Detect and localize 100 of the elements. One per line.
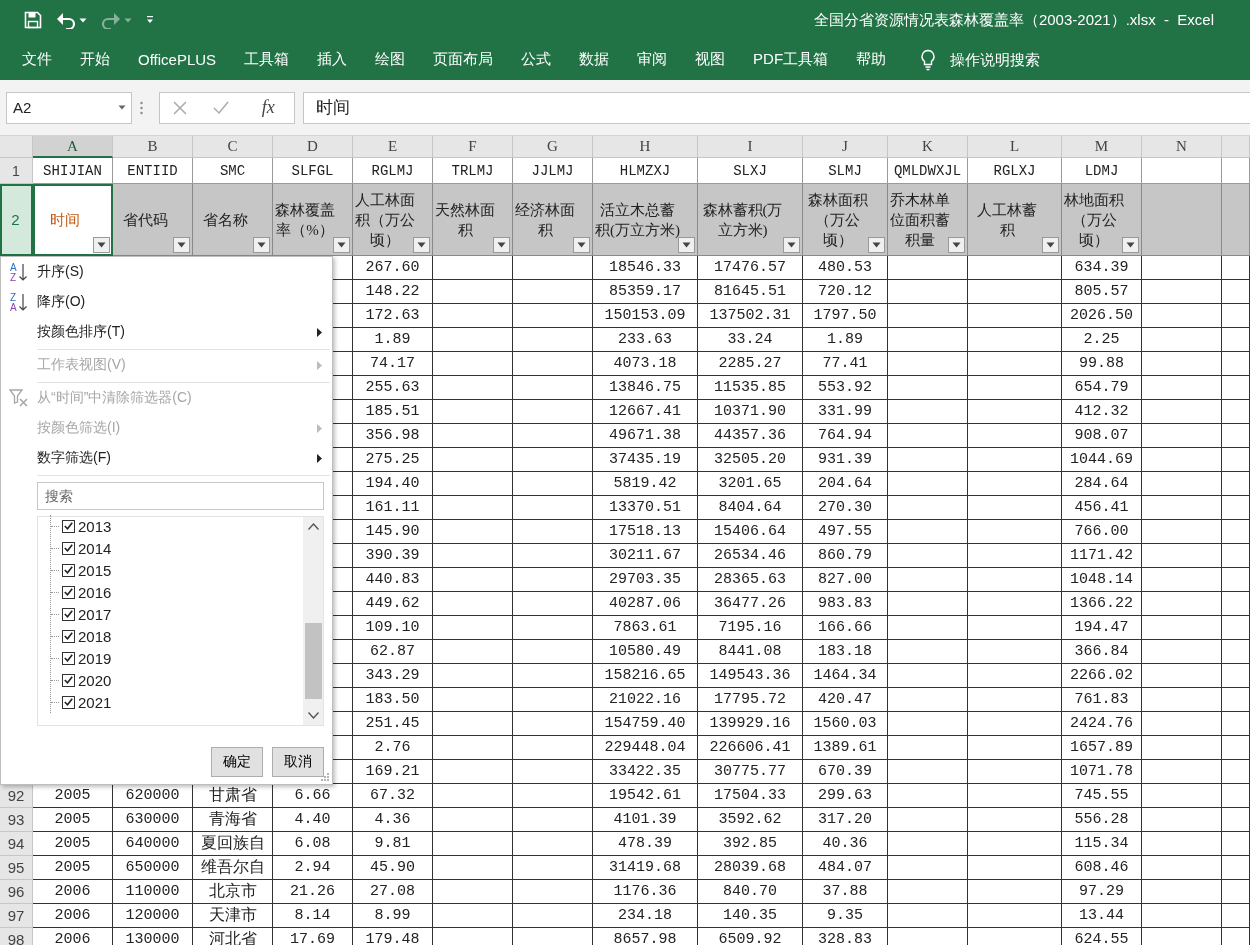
empty-cell xyxy=(1222,184,1250,256)
menu-item[interactable]: Z A 降序(O) xyxy=(1,287,332,317)
checkbox[interactable] xyxy=(62,651,75,665)
ribbon-tab[interactable]: 帮助 xyxy=(842,44,901,76)
row-header[interactable]: 2 xyxy=(0,184,33,256)
name-box[interactable]: A2 xyxy=(6,91,132,124)
column-header[interactable]: K xyxy=(888,136,968,158)
ribbon-tab[interactable]: 插入 xyxy=(303,44,362,76)
ribbon-tab[interactable]: 文件 xyxy=(8,44,66,76)
empty-cell xyxy=(1222,304,1250,328)
resize-grip-icon[interactable] xyxy=(320,772,330,782)
ribbon-tab[interactable]: 工具箱 xyxy=(230,44,304,76)
column-header[interactable]: M xyxy=(1062,136,1142,158)
filter-button[interactable] xyxy=(1122,237,1139,253)
checkbox[interactable] xyxy=(62,673,75,687)
column-header[interactable]: E xyxy=(353,136,433,158)
ribbon-tab[interactable]: OfficePLUS xyxy=(124,44,231,76)
column-header[interactable]: A xyxy=(33,136,113,158)
ribbon-tab[interactable]: 视图 xyxy=(681,44,740,76)
scrollbar[interactable] xyxy=(303,517,323,725)
value-label[interactable]: 2020 xyxy=(78,671,112,689)
chevron-up-icon[interactable] xyxy=(307,523,319,530)
ribbon-tab[interactable]: PDF工具箱 xyxy=(739,44,843,76)
table-cell: 299.63 xyxy=(803,784,888,808)
filter-button[interactable] xyxy=(573,237,590,253)
value-label[interactable]: 2015 xyxy=(78,561,112,579)
table-cell: 634.39 xyxy=(1062,256,1142,280)
ribbon-tab[interactable]: 审阅 xyxy=(623,44,682,76)
column-header[interactable]: H xyxy=(593,136,698,158)
ribbon-tab[interactable]: 绘图 xyxy=(361,44,420,76)
row-header[interactable]: 1 xyxy=(0,158,33,184)
filter-button[interactable] xyxy=(493,237,510,253)
column-header[interactable]: G xyxy=(513,136,593,158)
cancel-button[interactable]: 取消 xyxy=(272,747,324,777)
insert-function-button[interactable]: fx xyxy=(255,96,281,119)
filter-button[interactable] xyxy=(413,237,430,253)
menu-item[interactable]: A Z 升序(S) xyxy=(1,257,332,287)
caret-icon xyxy=(146,16,154,24)
chevron-down-icon[interactable] xyxy=(307,712,319,719)
caret-icon xyxy=(337,242,346,248)
ribbon-tab[interactable]: 开始 xyxy=(66,44,124,76)
value-label[interactable]: 2016 xyxy=(78,583,112,601)
table-cell: 2.25 xyxy=(1062,328,1142,352)
value-label[interactable]: 2019 xyxy=(78,649,112,667)
table-cell: 624.55 xyxy=(1062,928,1142,945)
row-header[interactable]: 94 xyxy=(0,832,33,856)
checkbox[interactable] xyxy=(62,695,75,709)
table-cell: 2266.02 xyxy=(1062,664,1142,688)
empty-cell xyxy=(1222,880,1250,904)
table-cell: 827.00 xyxy=(803,568,888,592)
table-cell: 328.83 xyxy=(803,928,888,945)
checkbox[interactable] xyxy=(62,519,75,533)
value-label[interactable]: 2017 xyxy=(78,605,112,623)
table-cell: 1171.42 xyxy=(1062,544,1142,568)
filter-button[interactable] xyxy=(948,237,965,253)
search-field[interactable]: 搜索 xyxy=(37,482,324,510)
filter-button[interactable] xyxy=(93,237,110,253)
table-cell: 110000 xyxy=(113,880,193,904)
value-label[interactable]: 2021 xyxy=(78,693,112,711)
filter-button[interactable] xyxy=(868,237,885,253)
ribbon-tab[interactable]: 数据 xyxy=(565,44,624,76)
column-header[interactable]: J xyxy=(803,136,888,158)
filter-button[interactable] xyxy=(253,237,270,253)
row-header[interactable]: 92 xyxy=(0,784,33,808)
table-cell: 北京市 xyxy=(193,880,273,904)
column-header[interactable]: F xyxy=(433,136,513,158)
column-header[interactable]: B xyxy=(113,136,193,158)
check-icon[interactable] xyxy=(213,100,230,115)
filter-button[interactable] xyxy=(783,237,800,253)
row-header[interactable]: 95 xyxy=(0,856,33,880)
filter-button[interactable] xyxy=(333,237,350,253)
column-header[interactable]: D xyxy=(273,136,353,158)
value-label[interactable]: 2014 xyxy=(78,539,112,557)
checkbox[interactable] xyxy=(62,563,75,577)
row-header[interactable]: 93 xyxy=(0,808,33,832)
tell-me-search[interactable]: 操作说明搜索 xyxy=(950,50,1041,70)
checkbox[interactable] xyxy=(62,541,75,555)
checkbox[interactable] xyxy=(62,629,75,643)
column-header[interactable]: C xyxy=(193,136,273,158)
scrollbar-thumb[interactable] xyxy=(304,623,322,699)
column-header[interactable]: I xyxy=(698,136,803,158)
formula-input[interactable]: 时间 xyxy=(303,91,1250,124)
column-header[interactable]: N xyxy=(1142,136,1222,158)
row-header[interactable]: 98 xyxy=(0,928,33,945)
ok-button[interactable]: 确定 xyxy=(211,747,263,777)
checkbox[interactable] xyxy=(62,607,75,621)
ribbon-tab[interactable]: 页面布局 xyxy=(419,44,508,76)
value-label[interactable]: 2013 xyxy=(78,517,112,535)
ribbon-tab[interactable]: 公式 xyxy=(507,44,566,76)
row-header[interactable]: 97 xyxy=(0,904,33,928)
filter-button[interactable] xyxy=(173,237,190,253)
column-header[interactable]: L xyxy=(968,136,1062,158)
filter-button[interactable] xyxy=(1042,237,1059,253)
table-cell: 62.87 xyxy=(353,640,433,664)
value-label[interactable]: 2018 xyxy=(78,627,112,645)
table-cell: 2006 xyxy=(33,904,113,928)
checkbox[interactable] xyxy=(62,585,75,599)
row-header[interactable]: 96 xyxy=(0,880,33,904)
caret-icon xyxy=(257,242,266,248)
filter-button[interactable] xyxy=(678,237,695,253)
